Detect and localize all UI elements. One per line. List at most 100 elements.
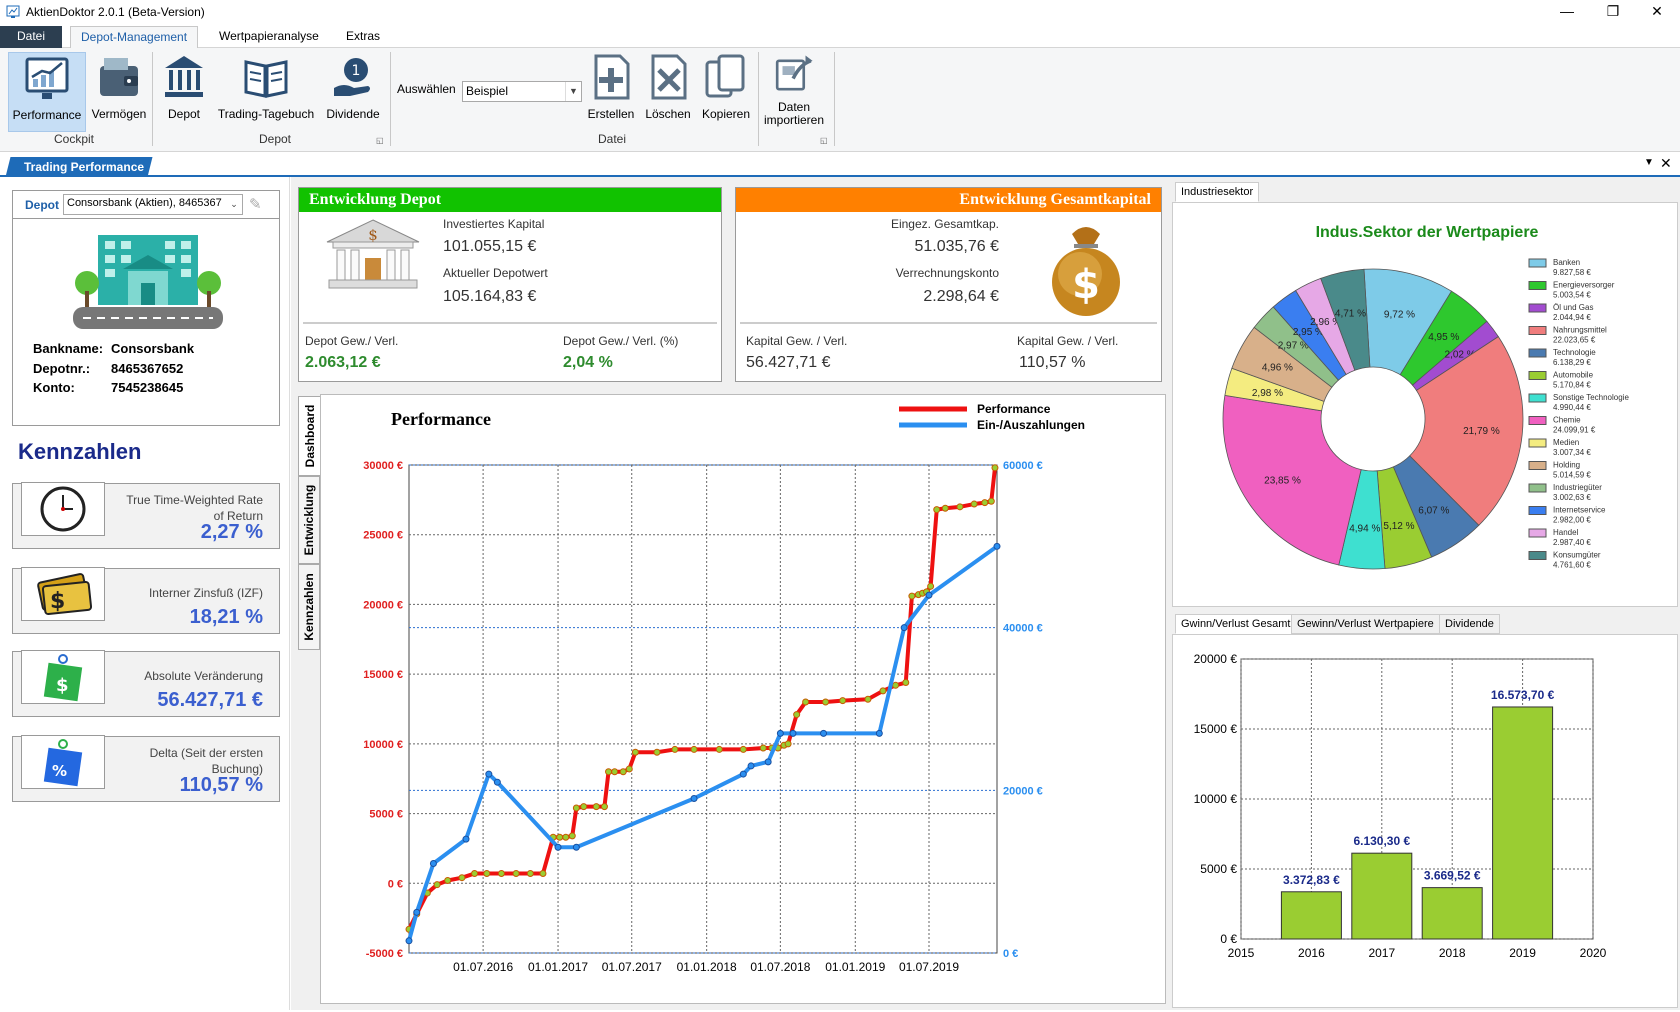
performance-point	[933, 506, 941, 514]
legend-swatch	[1528, 258, 1547, 268]
chart-title: Performance	[391, 409, 491, 429]
pie-slice-pct-label: 9,72 %	[1384, 309, 1415, 320]
performance-button[interactable]: Performance	[8, 52, 86, 132]
depot-select[interactable]: Beispiel ▼	[462, 81, 582, 102]
daten-importieren-button[interactable]: Daten importieren	[762, 52, 826, 127]
kpi-label-line1: Delta (Seit der ersten	[149, 746, 263, 760]
kopieren-button[interactable]: Kopieren	[698, 52, 754, 121]
bank-icon	[165, 56, 203, 97]
close-button[interactable]: ✕	[1634, 0, 1680, 24]
performance-point	[568, 832, 576, 840]
kapital-gvp-value: 110,57 %	[1019, 354, 1086, 371]
aktuell-label: Aktueller Depotwert	[443, 266, 548, 280]
legend-value: 3.007,34 €	[1553, 448, 1591, 457]
eingez-label: Eingez. Gesamtkap.	[890, 217, 999, 231]
tab-gwinn-verlust-gesamt[interactable]: Gwinn/Verlust Gesamt	[1175, 614, 1297, 634]
performance-point	[653, 748, 661, 756]
tab-industriesektor[interactable]: Industriesektor	[1175, 182, 1260, 202]
legend-swatch	[1528, 416, 1547, 425]
dialog-launcher-icon[interactable]: ◱	[820, 136, 828, 145]
tab-dashboard[interactable]: Dashboard	[298, 396, 320, 476]
maximize-button[interactable]: ❐	[1590, 0, 1636, 24]
legend-value: 24.099,91 €	[1553, 426, 1596, 435]
kpi-card-delta: % Delta (Seit der ersten Buchung) 110,57 …	[12, 735, 280, 802]
legend-value: 22.023,65 €	[1553, 336, 1596, 345]
kpi-card-ttwror: True Time-Weighted Rate of Return 2,27 %	[12, 482, 280, 549]
tab-extras[interactable]: Extras	[336, 26, 390, 48]
bar	[1492, 706, 1554, 940]
legend-value: 4.761,60 €	[1553, 561, 1591, 570]
ein-auszahlungen-point	[493, 778, 501, 786]
tab-dashboard-label: Dashboard	[302, 404, 317, 468]
edit-pencil-icon[interactable]: ✎	[249, 195, 262, 213]
tab-trading-performance[interactable]: Trading Performance	[5, 157, 153, 177]
x-tick-label: 01.01.2017	[528, 960, 588, 974]
title-bar: AktienDoktor 2.0.1 (Beta-Version) — ❐ ✕	[0, 0, 1680, 24]
tab-depot-management[interactable]: Depot-Management	[70, 26, 199, 48]
pie-slice-pct-label: 21,79 %	[1463, 426, 1500, 437]
pie-slice-pct-label: 2,98 %	[1252, 388, 1283, 399]
tab-dividende[interactable]: Dividende	[1439, 614, 1500, 634]
depot-info-card: Depot Consorsbank (Aktien), 8465367 ⌄ ✎ B…	[12, 190, 280, 426]
performance-point	[902, 679, 910, 687]
legend-value: 9.827,58 €	[1553, 268, 1591, 277]
kennzahlen-title: Kennzahlen	[18, 439, 142, 464]
tab-dropdown-icon[interactable]: ▼	[1644, 157, 1654, 168]
trading-tagebuch-label: Trading-Tagebuch	[217, 107, 315, 121]
kpi-label: True Time-Weighted Rate of Return	[103, 492, 263, 524]
pie-slice-pct-label: 6,07 %	[1418, 505, 1449, 516]
performance-chart-panel: Performance 30000 € 25000 € 20000 € 15000 € 1…	[320, 394, 1166, 1004]
trading-tagebuch-button[interactable]: Trading-Tagebuch	[214, 52, 318, 121]
tab-entwicklung[interactable]: Entwicklung	[298, 476, 320, 564]
bar	[1280, 891, 1342, 940]
bank-icon: $	[326, 219, 420, 289]
menu-bar: Datei Depot-Management Wertpapieranalyse…	[0, 24, 1680, 48]
legend-swatch	[1528, 438, 1547, 448]
bank-building-illustration-icon	[73, 235, 223, 329]
tab-entwicklung-label: Entwicklung	[302, 484, 316, 556]
depot-button[interactable]: Depot	[156, 52, 212, 121]
ein-auszahlungen-point	[554, 843, 562, 851]
depot-dropdown[interactable]: Consorsbank (Aktien), 8465367 ⌄	[63, 194, 243, 215]
cockpit-group-label: Cockpit	[53, 132, 94, 146]
tab-kennzahlen-label: Kennzahlen	[302, 573, 316, 641]
tab-datei[interactable]: Datei	[0, 26, 62, 48]
dividende-button[interactable]: 1 Dividende	[322, 52, 384, 121]
performance-point	[556, 833, 564, 841]
tab-kennzahlen[interactable]: Kennzahlen	[298, 564, 320, 650]
ein-auszahlungen-point	[739, 770, 747, 778]
tab-wertpapieranalyse[interactable]: Wertpapieranalyse	[209, 26, 329, 48]
tab-gewinn-verlust-wertpapiere[interactable]: Gewinn/Verlust Wertpapiere	[1291, 614, 1440, 634]
erstellen-button[interactable]: Erstellen	[586, 52, 636, 121]
divider	[740, 322, 1157, 324]
y-tick-label: 0 €	[1220, 932, 1237, 946]
depot-group-label: Depot	[258, 132, 292, 146]
chevron-down-icon: ⌄	[230, 199, 238, 209]
bankname-value: Consorsbank	[111, 341, 195, 356]
eingez-value: 51.035,76 €	[914, 238, 999, 255]
performance-point	[483, 870, 491, 878]
loeschen-button[interactable]: Löschen	[640, 52, 696, 121]
kpi-label-line1: True Time-Weighted Rate	[126, 493, 263, 507]
performance-point	[619, 768, 627, 776]
legend-label: Öl und Gas	[1553, 303, 1593, 312]
vermoegen-button[interactable]: Vermögen	[88, 52, 150, 121]
pie-slice-pct-label: 4,71 %	[1335, 308, 1366, 319]
tab-close-icon[interactable]: ✕	[1660, 155, 1672, 172]
x-tick-label: 2015	[1228, 946, 1255, 960]
performance-point	[444, 876, 452, 884]
performance-point	[605, 768, 613, 776]
minimize-button[interactable]: —	[1544, 0, 1590, 24]
entwicklung-depot-card: Entwicklung Depot $ Investiertes Kapital…	[298, 187, 722, 382]
group-separator	[152, 52, 153, 146]
ein-auszahlungen-point	[485, 770, 493, 778]
group-separator	[834, 52, 835, 146]
investiert-value: 101.055,15 €	[443, 238, 537, 255]
dialog-launcher-icon[interactable]: ◱	[376, 136, 384, 145]
depot-label: Depot	[167, 107, 201, 121]
performance-point	[562, 833, 570, 841]
performance-point	[572, 804, 580, 812]
performance-point	[793, 711, 801, 719]
performance-point	[987, 497, 995, 505]
legend-label: Energieversorger	[1553, 281, 1615, 290]
